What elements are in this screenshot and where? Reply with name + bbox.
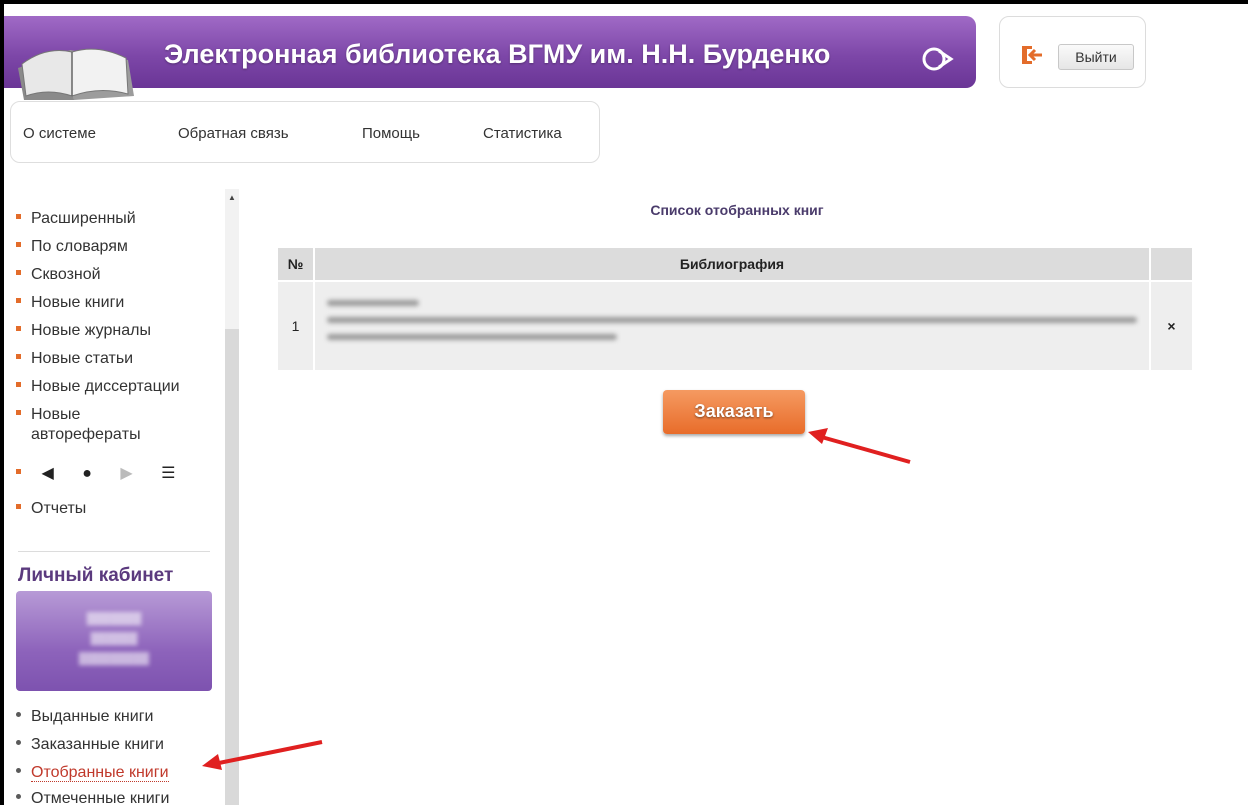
sidebar-item-issued-books[interactable]: Выданные книги: [16, 707, 153, 726]
sidebar-scrollbar[interactable]: ▲: [225, 189, 239, 805]
sidebar-item-new-abstracts-line2[interactable]: автореферaты: [31, 425, 141, 444]
sidebar-item-selected-books[interactable]: Отобранные книги: [16, 763, 169, 782]
remove-icon[interactable]: ×: [1151, 282, 1192, 370]
arrow-right-icon: [922, 47, 954, 71]
scroll-up-icon[interactable]: ▲: [228, 193, 236, 202]
logout-icon: [1022, 46, 1042, 64]
nav-help[interactable]: Помощь: [362, 125, 420, 142]
book-logo-icon: [18, 48, 134, 100]
sidebar-item-crosscut[interactable]: Сквозной: [16, 265, 101, 284]
column-header-bibliography: Библиография: [315, 248, 1149, 280]
table-row-bibliography: [315, 282, 1149, 370]
row-number: 1: [278, 282, 313, 370]
sidebar-item-new-journals[interactable]: Новые журналы: [16, 321, 151, 340]
sidebar-item-new-abstracts[interactable]: Новые: [16, 405, 80, 424]
annotation-arrow-icon: [808, 428, 911, 464]
divider: [18, 551, 210, 552]
menu-pager: ◀ ● ▶ ☰: [16, 463, 175, 483]
nav-statistics[interactable]: Статистика: [483, 125, 562, 142]
column-header-number: №: [278, 248, 313, 280]
list-title: Список отобранных книг: [650, 202, 824, 218]
page: Электронная библиотека ВГМУ им. Н.Н. Бур…: [4, 4, 1248, 805]
sidebar-item-new-books[interactable]: Новые книги: [16, 293, 124, 312]
pager-list-icon[interactable]: ☰: [161, 465, 175, 482]
header-bar: Электронная библиотека ВГМУ им. Н.Н. Бур…: [4, 16, 976, 100]
pager-next-icon: ▶: [120, 465, 133, 482]
pager-prev-icon[interactable]: ◀: [41, 465, 53, 482]
site-title: Электронная библиотека ВГМУ им. Н.Н. Бур…: [164, 39, 831, 69]
sidebar-item-dictionaries[interactable]: По словарям: [16, 237, 128, 256]
sidebar-item-marked-books[interactable]: Отмеченные книги: [16, 789, 169, 805]
pager-dot-icon[interactable]: ●: [82, 465, 92, 482]
cabinet-title: Личный кабинет: [18, 565, 174, 586]
nav-feedback[interactable]: Обратная связь: [178, 125, 289, 142]
sidebar-item-new-articles[interactable]: Новые статьи: [16, 349, 133, 368]
sidebar-item-ordered-books[interactable]: Заказанные книги: [16, 735, 164, 754]
sidebar-item-reports[interactable]: Отчеты: [16, 499, 86, 518]
logout-panel: Выйти: [999, 16, 1146, 88]
user-card: ███████ ██████ █████████: [16, 591, 212, 691]
logout-button[interactable]: Выйти: [1058, 44, 1134, 70]
nav-about[interactable]: О системе: [23, 125, 96, 142]
sidebar-item-new-dissertations[interactable]: Новые диссертации: [16, 377, 180, 396]
column-header-actions: [1151, 248, 1192, 280]
order-button[interactable]: Заказать: [663, 390, 805, 434]
sidebar: ▲ Расширенный По словарям Сквозной Новые…: [4, 189, 244, 805]
top-nav: О системе Обратная связь Помощь Статисти…: [10, 101, 600, 163]
